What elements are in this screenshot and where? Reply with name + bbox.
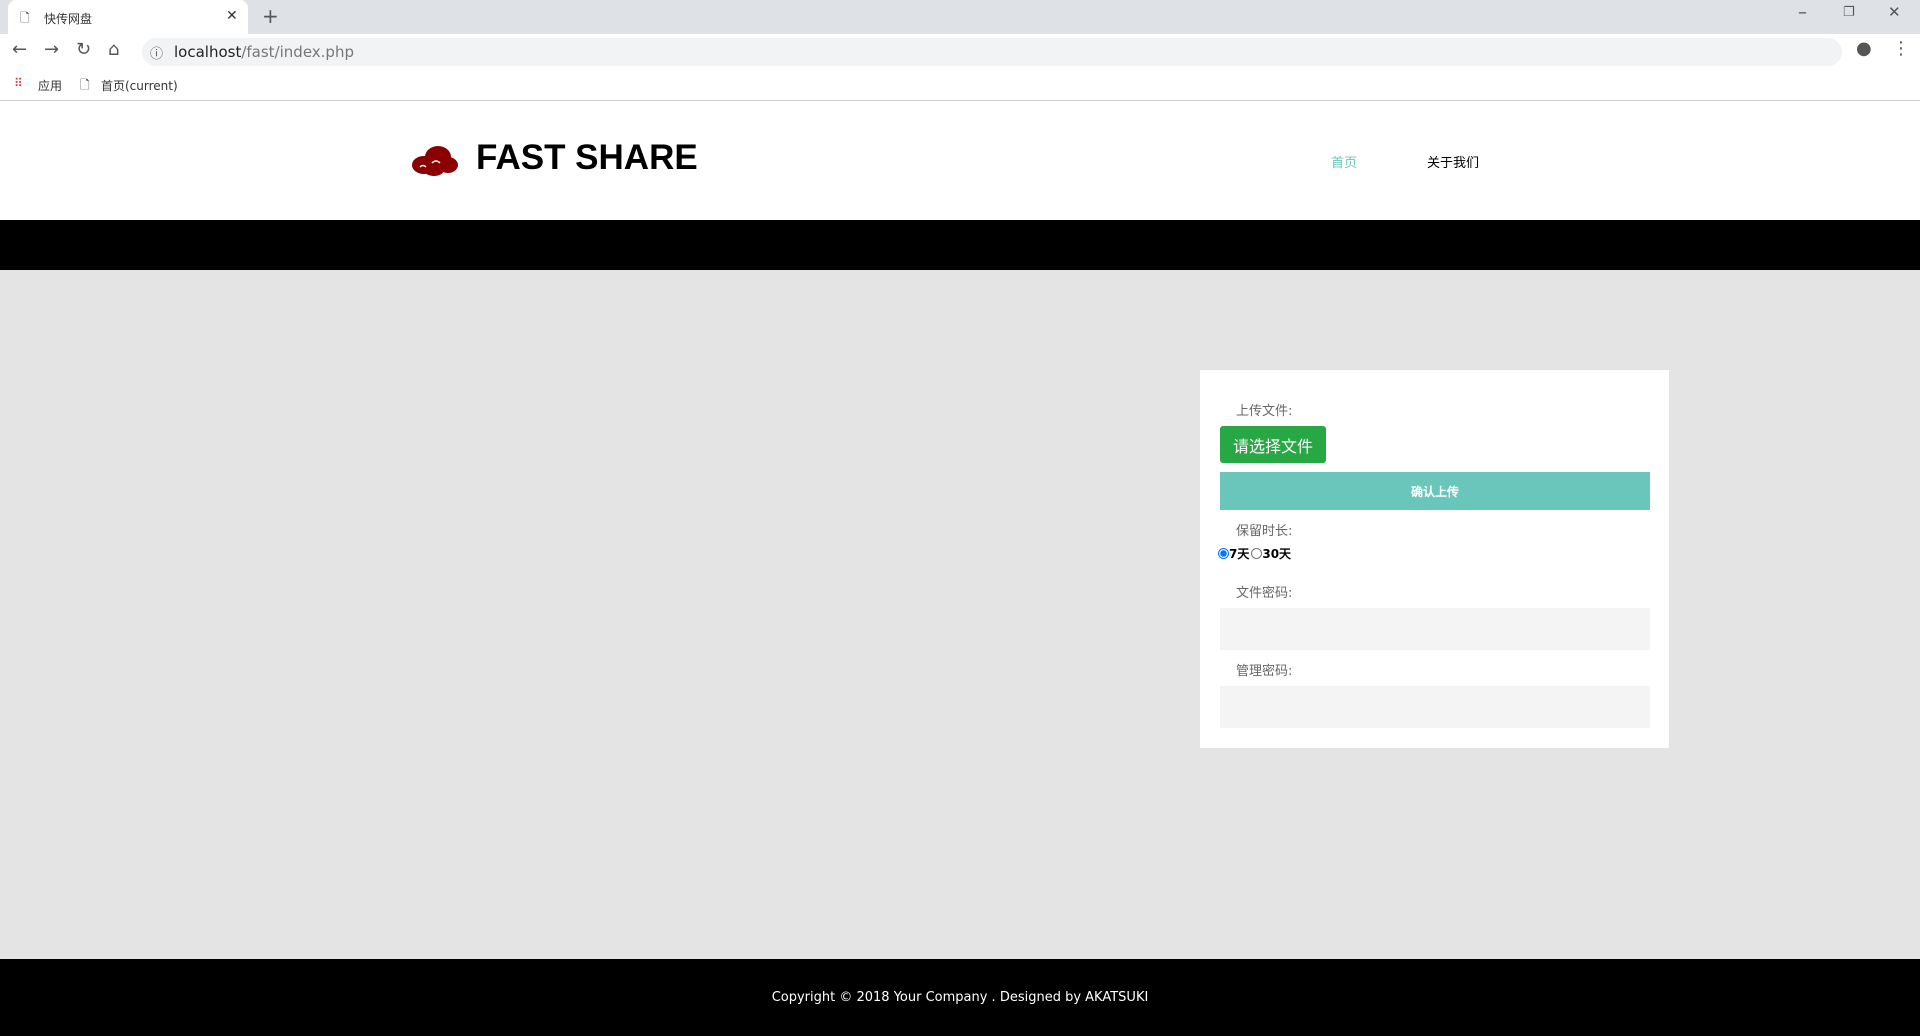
home-icon[interactable]: ⌂ [108, 41, 119, 59]
new-tab-icon[interactable]: + [262, 6, 279, 26]
admin-password-input[interactable] [1220, 686, 1650, 728]
url-host: localhost [174, 43, 242, 61]
browser-tab-bar: 🗋 快传网盘 ✕ + – ❐ ✕ [0, 0, 1920, 34]
cloud-logo-icon [412, 146, 458, 176]
radio-7-days-label: 7天 [1229, 547, 1250, 561]
browser-tab[interactable]: 🗋 快传网盘 ✕ [8, 0, 248, 34]
duration-options: 7天 30天 [1218, 545, 1291, 562]
copyright-text: Copyright © 2018 Your Company . Designed… [771, 990, 1149, 1005]
back-icon[interactable]: ← [12, 41, 27, 59]
radio-30-days-label: 30天 [1262, 547, 1292, 561]
confirm-upload-button[interactable]: 确认上传 [1220, 472, 1650, 510]
file-password-label: 文件密码: [1236, 586, 1293, 601]
reload-icon[interactable]: ↻ [76, 41, 91, 59]
site-header: FAST SHARE 首页 关于我们 [0, 101, 1920, 220]
admin-password-label: 管理密码: [1236, 664, 1293, 679]
radio-7-days[interactable] [1218, 548, 1229, 559]
duration-label: 保留时长: [1236, 524, 1293, 539]
bookmarks-bar: ⠿ 应用 🗋 首页(current) [0, 68, 1920, 101]
apps-icon: ⠿ [14, 76, 23, 90]
forward-icon[interactable]: → [44, 41, 59, 59]
info-icon: ⓘ [150, 47, 164, 62]
upload-form-card: 上传文件: 请选择文件 确认上传 保留时长: 7天 30天 文件密码: 管理密码… [1200, 370, 1669, 748]
restore-icon[interactable]: ❐ [1843, 6, 1855, 19]
tab-title: 快传网盘 [44, 12, 93, 26]
radio-30-days[interactable] [1251, 548, 1263, 559]
site-footer: Copyright © 2018 Your Company . Designed… [0, 959, 1920, 1036]
window-close-icon[interactable]: ✕ [1888, 5, 1901, 20]
nav-about[interactable]: 关于我们 [1427, 152, 1479, 171]
choose-file-button[interactable]: 请选择文件 [1220, 426, 1326, 463]
close-tab-icon[interactable]: ✕ [226, 8, 238, 24]
page-icon: 🗋 [80, 78, 90, 92]
profile-icon[interactable]: ● [1856, 40, 1872, 58]
nav-home[interactable]: 首页 [1331, 152, 1357, 171]
brand-title: FAST SHARE [476, 138, 698, 177]
page-icon: 🗋 [20, 11, 30, 25]
bookmark-apps[interactable]: 应用 [38, 77, 62, 94]
bookmark-home[interactable]: 首页(current) [101, 77, 178, 94]
url-path: /fast/index.php [241, 43, 354, 61]
address-bar[interactable]: ⓘ localhost/fast/index.php [142, 38, 1842, 66]
menu-icon[interactable]: ⋮ [1892, 40, 1910, 58]
file-password-input[interactable] [1220, 608, 1650, 650]
upload-label: 上传文件: [1236, 404, 1293, 419]
black-banner [0, 220, 1920, 270]
minimize-icon[interactable]: – [1798, 4, 1807, 22]
